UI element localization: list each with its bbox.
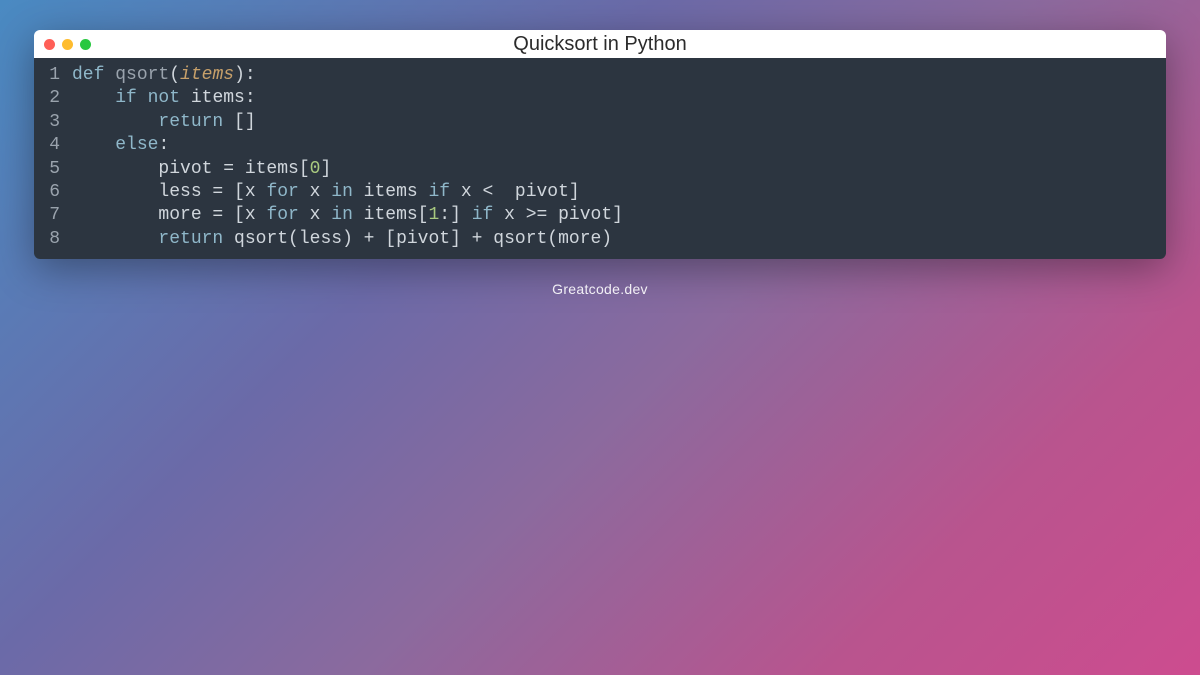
code-token: x < pivot] <box>461 182 580 202</box>
code-token: items[ <box>364 205 429 225</box>
code-token: else <box>115 135 158 155</box>
code-token: ] <box>320 159 331 179</box>
line-number: 3 <box>34 111 72 134</box>
line-number: 1 <box>34 64 72 87</box>
code-line[interactable]: 4 else: <box>34 134 1166 157</box>
code-line[interactable]: 1def qsort(items): <box>34 64 1166 87</box>
code-line[interactable]: 5 pivot = items[0] <box>34 158 1166 181</box>
code-line[interactable]: 8 return qsort(less) + [pivot] + qsort(m… <box>34 228 1166 251</box>
code-content[interactable]: if not items: <box>72 87 1166 110</box>
code-token: qsort(less) + [pivot] + qsort(more) <box>234 229 612 249</box>
code-editor[interactable]: 1def qsort(items):2 if not items:3 retur… <box>34 58 1166 259</box>
code-token: x >= pivot] <box>504 205 623 225</box>
code-line[interactable]: 6 less = [x for x in items if x < pivot] <box>34 181 1166 204</box>
code-token: items <box>180 65 234 85</box>
code-content[interactable]: return [] <box>72 111 1166 134</box>
code-token: for <box>266 182 309 202</box>
code-token: [] <box>234 112 256 132</box>
code-token <box>72 112 158 132</box>
code-window: Quicksort in Python 1def qsort(items):2 … <box>34 30 1166 259</box>
code-token: def <box>72 65 115 85</box>
code-token <box>72 88 115 108</box>
code-content[interactable]: return qsort(less) + [pivot] + qsort(mor… <box>72 228 1166 251</box>
code-token: items <box>364 182 429 202</box>
code-line[interactable]: 2 if not items: <box>34 87 1166 110</box>
code-token: less = [x <box>72 182 266 202</box>
code-token: ( <box>169 65 180 85</box>
traffic-lights <box>44 39 91 50</box>
code-token: if <box>428 182 460 202</box>
code-token: : <box>158 135 169 155</box>
code-line[interactable]: 7 more = [x for x in items[1:] if x >= p… <box>34 204 1166 227</box>
window-titlebar: Quicksort in Python <box>34 30 1166 58</box>
code-token: return <box>158 112 234 132</box>
code-token: if not <box>115 88 191 108</box>
code-content[interactable]: pivot = items[0] <box>72 158 1166 181</box>
code-token: 1 <box>428 205 439 225</box>
code-token: :] <box>439 205 471 225</box>
code-token <box>72 229 158 249</box>
line-number: 8 <box>34 228 72 251</box>
line-number: 7 <box>34 204 72 227</box>
line-number: 2 <box>34 87 72 110</box>
code-content[interactable]: def qsort(items): <box>72 64 1166 87</box>
code-token: items: <box>191 88 256 108</box>
code-token: return <box>158 229 234 249</box>
code-token: for <box>266 205 309 225</box>
code-token <box>72 135 115 155</box>
code-content[interactable]: else: <box>72 134 1166 157</box>
code-token: in <box>331 182 363 202</box>
code-token: in <box>331 205 363 225</box>
zoom-icon[interactable] <box>80 39 91 50</box>
code-token: x <box>310 182 332 202</box>
code-token: qsort <box>115 65 169 85</box>
code-token: more = [x <box>72 205 266 225</box>
code-token: x <box>310 205 332 225</box>
close-icon[interactable] <box>44 39 55 50</box>
window-title: Quicksort in Python <box>34 33 1166 56</box>
line-number: 6 <box>34 181 72 204</box>
watermark-text: Greatcode.dev <box>552 281 648 297</box>
code-token: 0 <box>310 159 321 179</box>
code-content[interactable]: less = [x for x in items if x < pivot] <box>72 181 1166 204</box>
line-number: 4 <box>34 134 72 157</box>
code-token: if <box>472 205 504 225</box>
line-number: 5 <box>34 158 72 181</box>
code-token: ): <box>234 65 256 85</box>
minimize-icon[interactable] <box>62 39 73 50</box>
code-token: pivot = items[ <box>72 159 310 179</box>
code-line[interactable]: 3 return [] <box>34 111 1166 134</box>
code-content[interactable]: more = [x for x in items[1:] if x >= piv… <box>72 204 1166 227</box>
